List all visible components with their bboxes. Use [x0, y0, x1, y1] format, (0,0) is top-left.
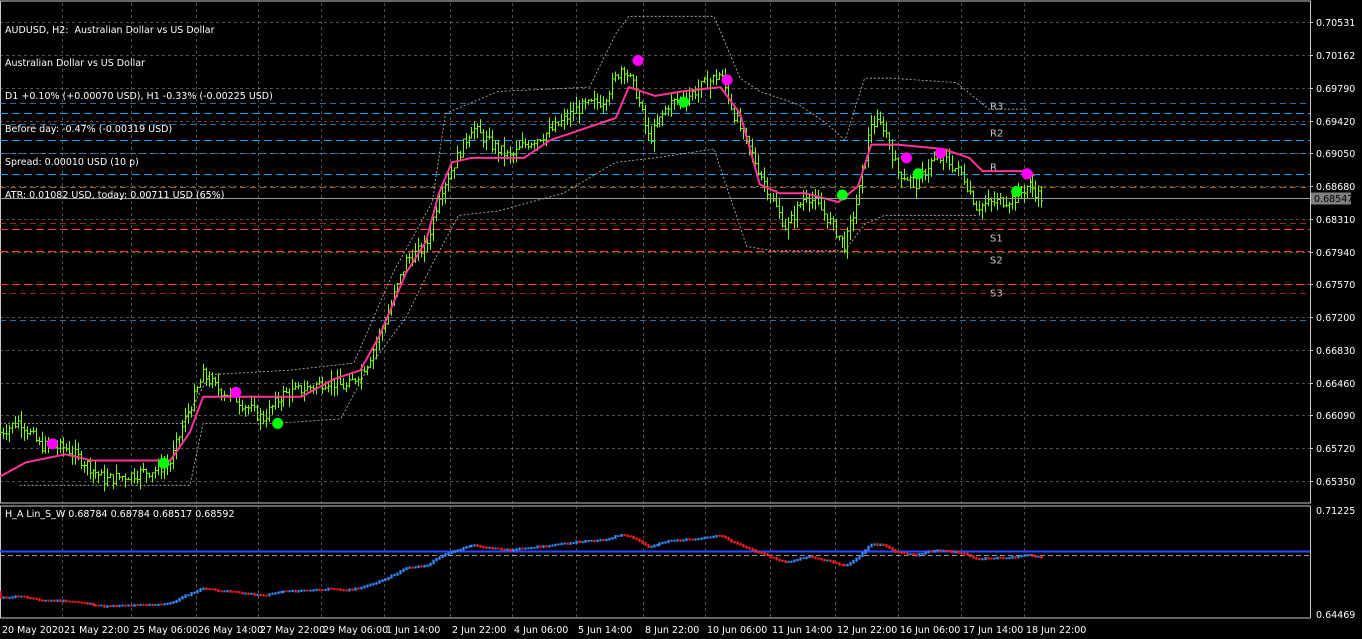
daily-change: D1 +0.10% (+0.00070 USD), H1 -0.33% (-0.…	[5, 91, 273, 102]
x-tick-label: 27 May 22:00	[260, 625, 325, 636]
atr-readout: ATR: 0.01082 USD, today: 0.00711 USD (65…	[5, 190, 225, 201]
sell-signal-marker	[230, 386, 242, 398]
buy-signal-marker	[678, 96, 690, 108]
x-tick-label: 4 Jun 06:00	[514, 625, 568, 636]
x-tick-label: 17 Jun 14:00	[963, 625, 1023, 636]
buy-signal-marker	[272, 417, 284, 429]
x-tick-label: 25 May 06:00	[133, 625, 198, 636]
indicator-pane-frame	[0, 505, 1311, 619]
y-tick-label: 0.68310	[1316, 215, 1355, 226]
x-tick-label: 18 Jun 22:00	[1026, 625, 1086, 636]
y-tick-label: 0.66090	[1316, 411, 1355, 422]
x-tick-label: 1 Jun 14:00	[386, 625, 440, 636]
sell-signal-marker	[632, 55, 644, 66]
y-tick-label: 0.67200	[1316, 313, 1355, 324]
indicator-y-tick: 0.64469	[1316, 610, 1355, 621]
y-tick-label: 0.69050	[1316, 149, 1355, 160]
x-tick-label: 20 May 2020	[2, 625, 64, 636]
x-tick-label: 16 Jun 06:00	[900, 625, 960, 636]
x-tick-label: 5 Jun 14:00	[578, 625, 632, 636]
x-tick-label: 26 May 14:00	[198, 625, 263, 636]
y-tick-label: 0.69790	[1316, 84, 1355, 95]
y-tick-label: 0.68680	[1316, 182, 1355, 193]
y-tick-label: 0.70531	[1316, 18, 1355, 29]
x-tick-label: 2 Jun 22:00	[452, 625, 506, 636]
sell-signal-marker	[901, 152, 912, 164]
y-tick-label: 0.67570	[1316, 280, 1355, 291]
x-tick-label: 11 Jun 14:00	[772, 625, 832, 636]
y-tick-label: 0.65350	[1316, 477, 1355, 488]
symbol-description: Australian Dollar vs US Dollar	[5, 58, 145, 69]
x-tick-label: 29 May 06:00	[323, 625, 388, 636]
x-tick-label: 8 Jun 22:00	[645, 625, 699, 636]
y-tick-label: 0.66830	[1316, 346, 1355, 357]
x-tick-label: 10 Jun 06:00	[707, 625, 767, 636]
sell-signal-marker	[1021, 168, 1033, 180]
buy-signal-marker	[158, 457, 170, 469]
pivot-label: R2	[990, 129, 1003, 140]
current-price-label: 0.68547	[1314, 194, 1353, 205]
x-tick-label: 21 May 22:00	[64, 625, 129, 636]
chart-info-panel: AUDUSD, H2: Australian Dollar vs US Doll…	[5, 3, 273, 223]
buy-signal-marker	[912, 168, 924, 180]
y-tick-label: 0.65720	[1316, 444, 1355, 455]
sell-signal-marker	[935, 147, 947, 159]
indicator-title: H_A Lin_S_W 0.68784 0.68784 0.68517 0.68…	[5, 509, 235, 520]
symbol-title: AUDUSD, H2: Australian Dollar vs US Doll…	[5, 25, 215, 36]
pivot-label: S2	[990, 256, 1003, 267]
x-tick-label: 12 Jun 22:00	[837, 625, 897, 636]
pivot-label: S3	[990, 289, 1003, 300]
y-tick-label: 0.67940	[1316, 248, 1355, 259]
y-tick-label: 0.70162	[1316, 51, 1355, 62]
y-tick-label: 0.66460	[1316, 379, 1355, 390]
chart-window: 0.70531 0.70162 0.69790 0.69420 0.69050 0.686…	[0, 0, 1362, 639]
y-tick-label: 0.69420	[1316, 117, 1355, 128]
indicator-y-tick: 0.71225	[1316, 506, 1355, 517]
buy-signal-marker	[1011, 186, 1023, 197]
pivot-label: S1	[990, 234, 1003, 245]
spread-readout: Spread: 0.00010 USD (10 p)	[5, 157, 139, 168]
before-day-change: Before day: -0.47% (-0.00319 USD)	[5, 124, 173, 135]
sell-signal-marker	[721, 74, 733, 86]
sell-signal-marker	[46, 438, 58, 450]
